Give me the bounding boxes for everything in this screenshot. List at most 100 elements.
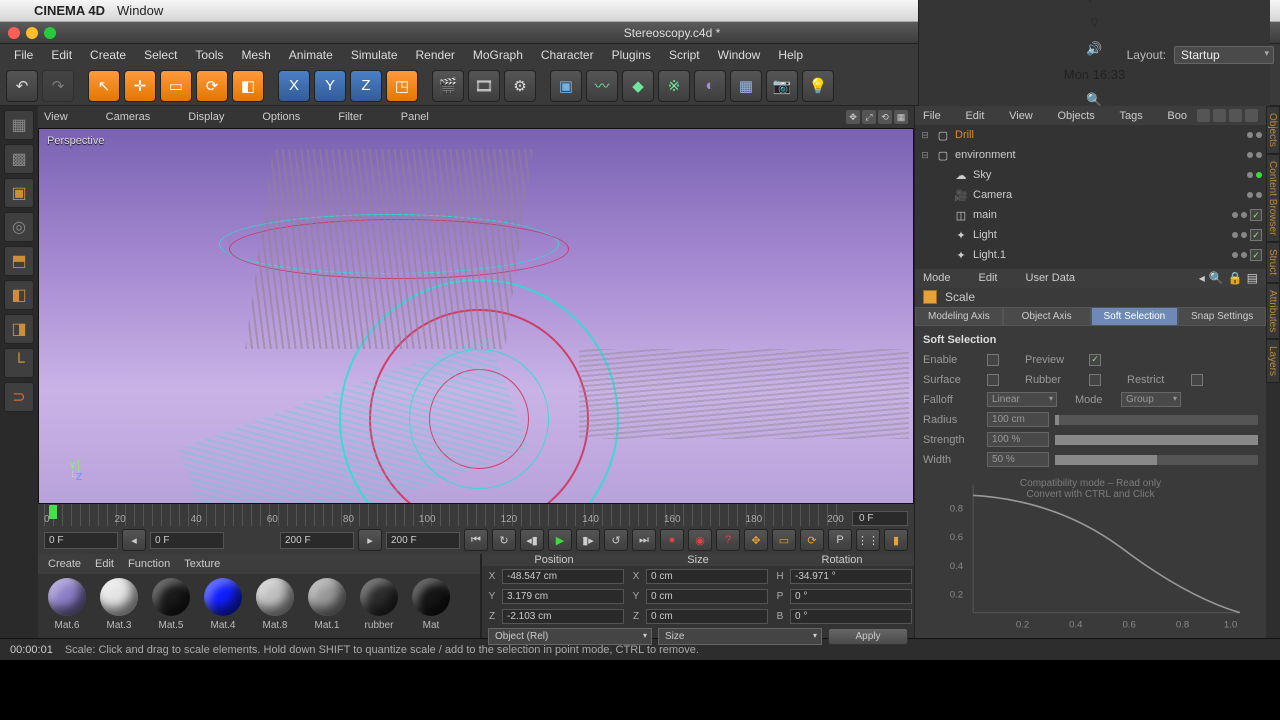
next-frame[interactable]: ▮▸: [576, 529, 600, 551]
material-Mat.8[interactable]: Mat.8: [252, 578, 298, 634]
attr-tab-soft-selection[interactable]: Soft Selection: [1091, 307, 1179, 326]
close-icon[interactable]: [8, 27, 20, 39]
object-mode[interactable]: ▣: [4, 178, 34, 208]
timeline[interactable]: 020406080100120140160180200 0 F: [38, 504, 914, 526]
redo-button[interactable]: ↷: [42, 70, 74, 102]
snap-icon[interactable]: ⊃: [4, 382, 34, 412]
mode-dropdown[interactable]: Group: [1121, 392, 1181, 407]
range-end[interactable]: 200 F: [386, 532, 460, 549]
obj-main[interactable]: ◫ main ✓: [915, 205, 1266, 225]
move-tool[interactable]: ✛: [124, 70, 156, 102]
material-Mat[interactable]: Mat: [408, 578, 454, 634]
mac-menu-item[interactable]: Window: [117, 3, 163, 18]
range-start[interactable]: 0 F: [44, 532, 118, 549]
menu-tools[interactable]: Tools: [187, 46, 231, 64]
rot-H[interactable]: [790, 569, 912, 584]
menu-edit[interactable]: Edit: [43, 46, 80, 64]
range-to-arrow[interactable]: ▸: [358, 529, 382, 551]
attr-menu-user-data[interactable]: User Data: [1026, 272, 1076, 284]
strength-input[interactable]: 100 %: [987, 432, 1049, 447]
record-button[interactable]: ●: [660, 529, 684, 551]
om-search-icon[interactable]: [1197, 109, 1210, 122]
vp-menu-display[interactable]: Display: [188, 111, 224, 123]
vp-menu-cameras[interactable]: Cameras: [106, 111, 151, 123]
key-pos[interactable]: ✥: [744, 529, 768, 551]
texture-mode[interactable]: ◎: [4, 212, 34, 242]
vp-rotate-icon[interactable]: ⟲: [878, 110, 892, 124]
key-scale[interactable]: ▭: [772, 529, 796, 551]
pos-Y[interactable]: [502, 589, 624, 604]
material-Mat.5[interactable]: Mat.5: [148, 578, 194, 634]
attr-tab-modeling-axis[interactable]: Modeling Axis: [915, 307, 1003, 326]
menu-file[interactable]: File: [6, 46, 41, 64]
menu-mesh[interactable]: Mesh: [233, 46, 278, 64]
side-tab-layers[interactable]: Layers: [1266, 339, 1280, 383]
key-options[interactable]: ?: [716, 529, 740, 551]
material-Mat.4[interactable]: Mat.4: [200, 578, 246, 634]
material-Mat.6[interactable]: Mat.6: [44, 578, 90, 634]
om-filter-icon[interactable]: [1229, 109, 1242, 122]
vp-toggle-icon[interactable]: ▦: [894, 110, 908, 124]
model-mode[interactable]: ▩: [4, 144, 34, 174]
menu-window[interactable]: Window: [710, 46, 769, 64]
render-pv-button[interactable]: 🎞: [468, 70, 500, 102]
spline-button[interactable]: 〰: [586, 70, 618, 102]
range-from-arrow[interactable]: ◂: [122, 529, 146, 551]
attr-lock-icon[interactable]: 🔒: [1228, 271, 1243, 285]
render-settings-button[interactable]: ⚙: [504, 70, 536, 102]
material-rubber[interactable]: rubber: [356, 578, 402, 634]
last-tool[interactable]: ◧: [232, 70, 264, 102]
obj-check[interactable]: ✓: [1250, 229, 1262, 241]
vp-menu-view[interactable]: View: [44, 111, 68, 123]
rotate-tool[interactable]: ⟳: [196, 70, 228, 102]
vp-move-icon[interactable]: ✥: [846, 110, 860, 124]
side-tab-attributes[interactable]: Attributes: [1266, 283, 1280, 339]
nurbs-button[interactable]: ◆: [622, 70, 654, 102]
size-X[interactable]: [646, 569, 768, 584]
key-doc[interactable]: ▮: [884, 529, 908, 551]
vp-menu-filter[interactable]: Filter: [338, 111, 362, 123]
axis-y-toggle[interactable]: Y: [314, 70, 346, 102]
layout-dropdown[interactable]: Startup: [1174, 46, 1274, 64]
loop-button[interactable]: ↻: [492, 529, 516, 551]
menu-animate[interactable]: Animate: [281, 46, 341, 64]
point-mode[interactable]: ⬒: [4, 246, 34, 276]
menu-create[interactable]: Create: [82, 46, 134, 64]
om-opts-icon[interactable]: [1245, 109, 1258, 122]
side-tab-objects[interactable]: Objects: [1266, 106, 1280, 154]
coord-apply-button[interactable]: Apply: [828, 628, 908, 645]
pos-X[interactable]: [502, 569, 624, 584]
obj-check[interactable]: ✓: [1250, 209, 1262, 221]
surface-checkbox[interactable]: [987, 374, 999, 386]
size-Y[interactable]: [646, 589, 768, 604]
mat-menu-function[interactable]: Function: [128, 558, 170, 570]
undo-button[interactable]: ↶: [6, 70, 38, 102]
mat-menu-edit[interactable]: Edit: [95, 558, 114, 570]
menu-help[interactable]: Help: [770, 46, 811, 64]
dropbox-icon[interactable]: ⋰: [1088, 0, 1101, 5]
pos-Z[interactable]: [502, 609, 624, 624]
material-Mat.1[interactable]: Mat.1: [304, 578, 350, 634]
world-axis[interactable]: ◳: [386, 70, 418, 102]
menu-script[interactable]: Script: [661, 46, 708, 64]
strength-slider[interactable]: [1055, 435, 1258, 445]
enable-checkbox[interactable]: [987, 354, 999, 366]
attr-tab-object-axis[interactable]: Object Axis: [1003, 307, 1091, 326]
primitive-button[interactable]: ▣: [550, 70, 582, 102]
camera-button[interactable]: 📷: [766, 70, 798, 102]
attr-menu-mode[interactable]: Mode: [923, 272, 951, 284]
cloner-button[interactable]: ※: [658, 70, 690, 102]
timeline-current[interactable]: 0 F: [852, 511, 908, 526]
material-Mat.3[interactable]: Mat.3: [96, 578, 142, 634]
menu-select[interactable]: Select: [136, 46, 185, 64]
om-menu-tags[interactable]: Tags: [1119, 110, 1142, 122]
vp-menu-panel[interactable]: Panel: [401, 111, 429, 123]
sound-icon[interactable]: 🔊: [1086, 41, 1102, 57]
minimize-icon[interactable]: [26, 27, 38, 39]
om-menu-objects[interactable]: Objects: [1057, 110, 1094, 122]
obj-environment[interactable]: ⊟ ▢ environment: [915, 145, 1266, 165]
clock[interactable]: Mon 16:33: [1064, 67, 1125, 82]
menu-mograph[interactable]: MoGraph: [465, 46, 531, 64]
om-menu-file[interactable]: File: [923, 110, 941, 122]
loop2-button[interactable]: ↺: [604, 529, 628, 551]
